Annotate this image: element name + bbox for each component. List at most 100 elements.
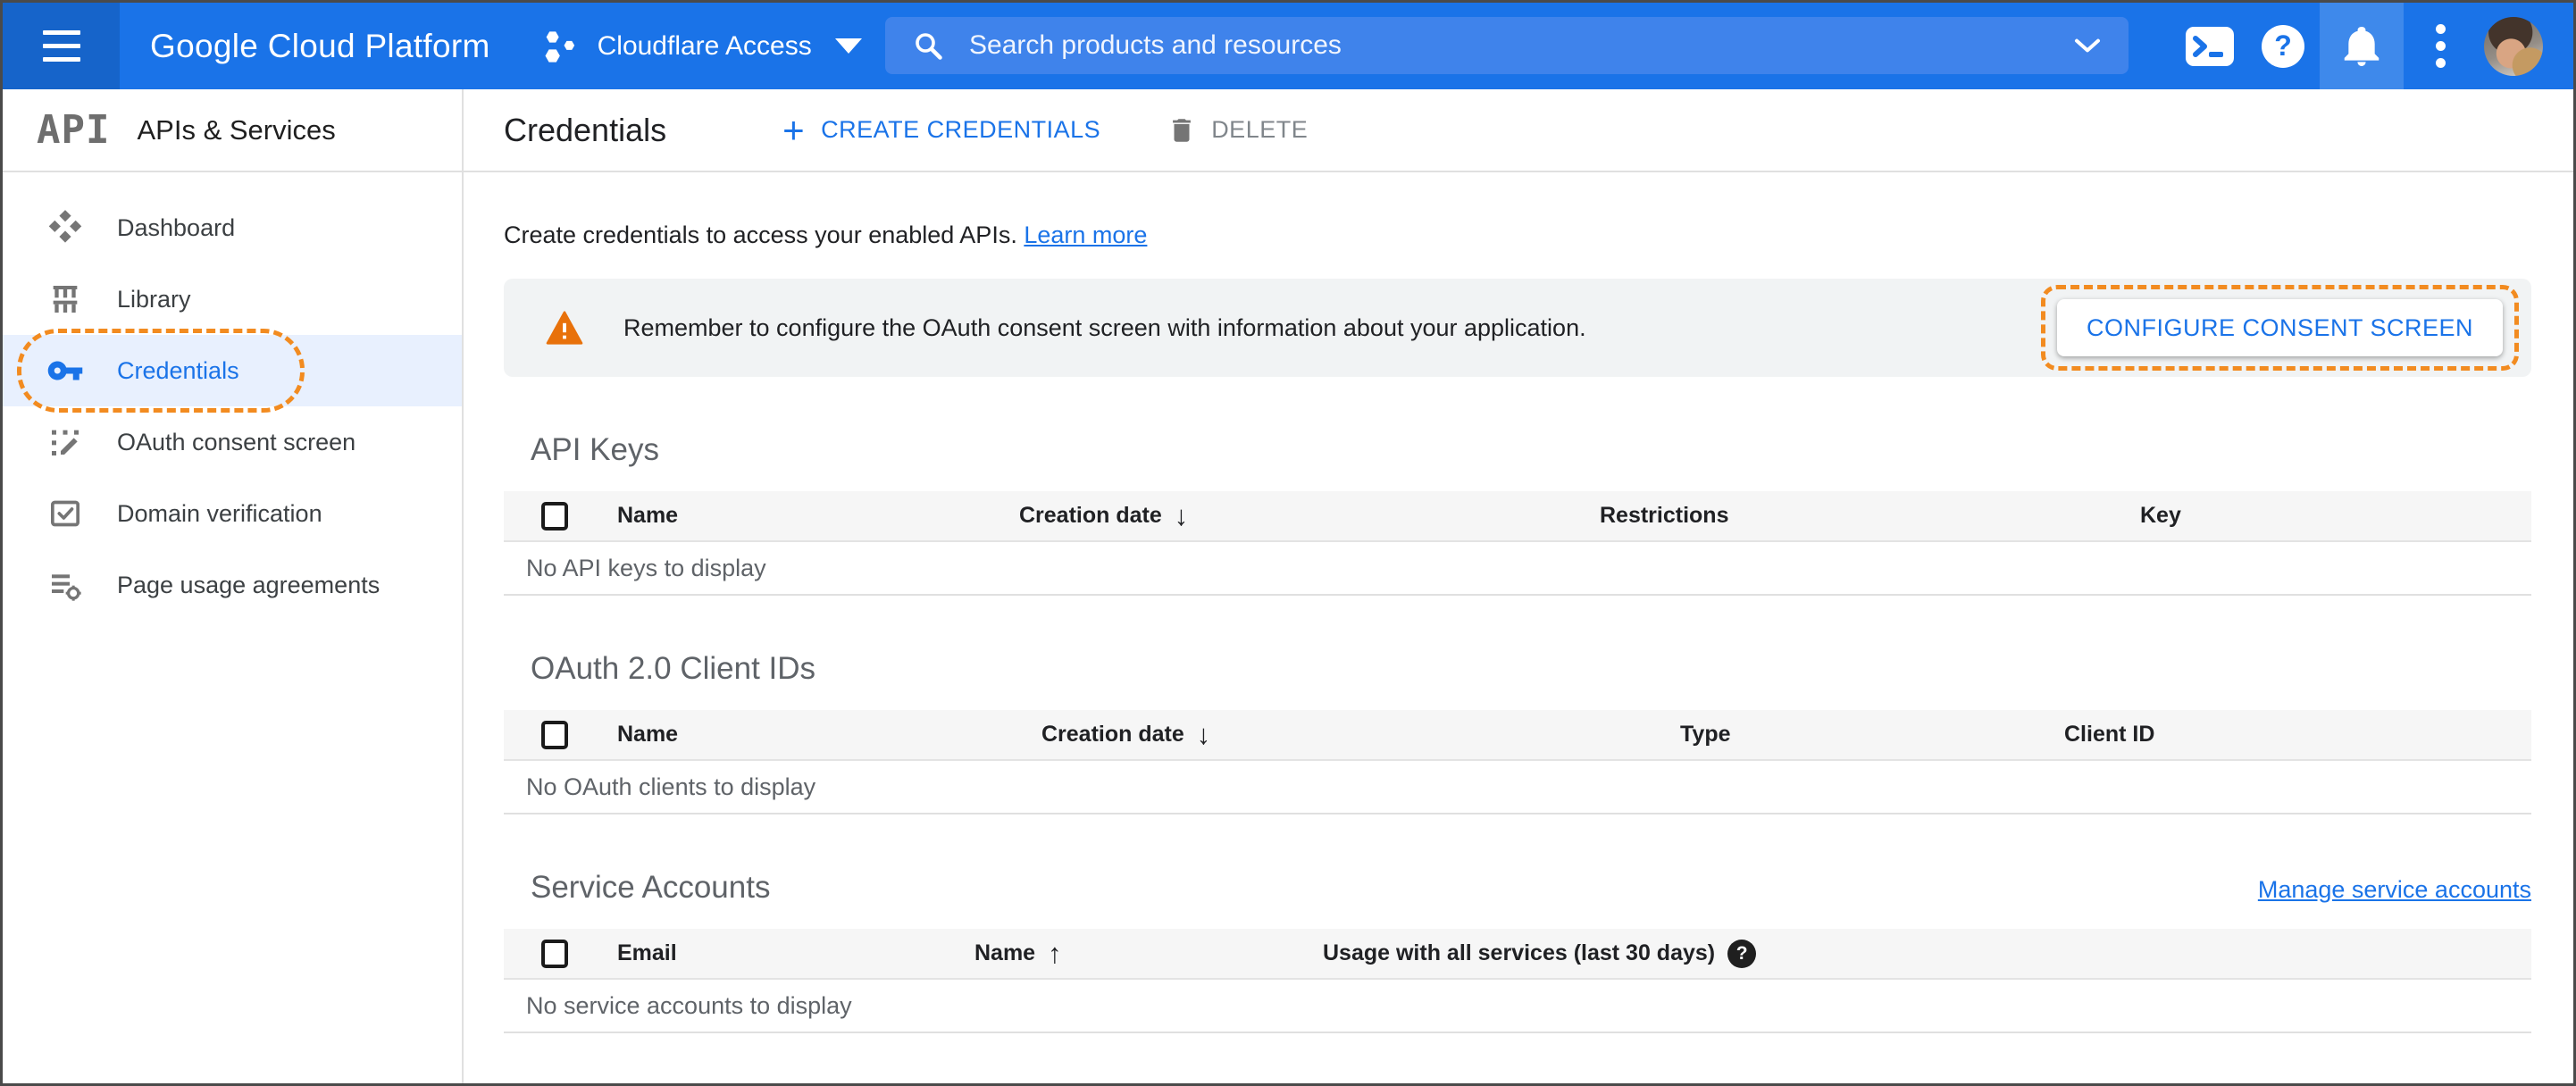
plus-icon: + — [782, 108, 806, 151]
column-header-label: Name — [974, 940, 1036, 965]
section-title-api-keys: API Keys — [531, 432, 659, 467]
sidebar-item-page-usage-agreements[interactable]: Page usage agreements — [3, 549, 462, 621]
main-menu-button[interactable] — [3, 3, 120, 89]
column-header-name[interactable]: Name — [617, 503, 1019, 529]
column-header-name[interactable]: Name — [617, 722, 1041, 748]
learn-more-link[interactable]: Learn more — [1024, 221, 1147, 248]
checkbox-check-icon — [46, 496, 85, 531]
service-accounts-empty-state: No service accounts to display — [504, 980, 2531, 1033]
consent-warning-banner: Remember to configure the OAuth consent … — [504, 279, 2531, 377]
service-accounts-section: Service Accounts Manage service accounts… — [504, 870, 2531, 1033]
api-keys-empty-state: No API keys to display — [504, 542, 2531, 596]
page-toolbar: Credentials + CREATE CREDENTIALS DELETE — [464, 89, 2573, 172]
library-icon — [46, 281, 85, 317]
sidebar-item-domain-verification[interactable]: Domain verification — [3, 478, 462, 549]
page-content: Create credentials to access your enable… — [464, 172, 2573, 1083]
select-all-checkbox[interactable] — [541, 501, 568, 530]
sort-descending-icon: ↓ — [1196, 719, 1211, 750]
column-header-creation-date[interactable]: Creation date ↓ — [1041, 721, 1680, 748]
api-keys-table-header: Name Creation date ↓ Restrictions Key — [504, 491, 2531, 542]
search-input[interactable] — [969, 30, 2059, 61]
search-bar[interactable] — [885, 17, 2129, 74]
terminal-icon — [2186, 26, 2234, 66]
sidebar-item-label: Domain verification — [117, 499, 322, 527]
help-icon[interactable]: ? — [1727, 939, 1757, 968]
column-header-label: Usage with all services (last 30 days) — [1323, 940, 1716, 965]
api-keys-section: API Keys Name Creation date ↓ Restrictio… — [504, 432, 2531, 596]
delete-button[interactable]: DELETE — [1167, 113, 1308, 147]
select-all-checkbox[interactable] — [541, 939, 568, 968]
intro-text: Create credentials to access your enable… — [504, 221, 2531, 249]
page-title: Credentials — [504, 111, 667, 148]
more-options-button[interactable] — [2404, 3, 2477, 89]
create-credentials-button[interactable]: + CREATE CREDENTIALS — [782, 108, 1101, 151]
bell-icon — [2344, 26, 2379, 66]
dashboard-icon — [46, 210, 85, 246]
tutorial-highlight-outline: CONFIGURE CONSENT SCREEN — [2040, 285, 2519, 371]
gcp-console-window: Google Cloud Platform Cloudflare Access — [0, 0, 2576, 1086]
top-navigation-bar: Google Cloud Platform Cloudflare Access — [3, 3, 2573, 89]
sidebar-item-label: Library — [117, 285, 191, 313]
sidebar-item-dashboard[interactable]: Dashboard — [3, 192, 462, 263]
oauth-clients-section: OAuth 2.0 Client IDs Name Creation date … — [504, 651, 2531, 814]
sidebar-title: APIs & Services — [137, 113, 336, 146]
project-icon — [542, 28, 580, 65]
oauth-clients-table-header: Name Creation date ↓ Type Client ID — [504, 710, 2531, 761]
notifications-button[interactable] — [2320, 3, 2404, 89]
main-panel: Credentials + CREATE CREDENTIALS DELETE … — [464, 89, 2573, 1083]
sidebar-item-credentials[interactable]: Credentials — [3, 329, 462, 413]
cloud-shell-button[interactable] — [2173, 3, 2246, 89]
column-header-email[interactable]: Email — [617, 940, 974, 966]
search-expand-chevron-icon[interactable] — [2073, 37, 2102, 54]
sort-ascending-icon: ↑ — [1048, 938, 1062, 969]
column-header-key[interactable]: Key — [2140, 503, 2531, 529]
banner-message: Remember to configure the OAuth consent … — [623, 313, 1586, 341]
column-header-label: Creation date — [1041, 722, 1184, 747]
sidebar-item-oauth-consent-screen[interactable]: OAuth consent screen — [3, 406, 462, 478]
sidebar-nav: Dashboard Library Credentials OAuth cons… — [3, 172, 462, 621]
current-project-name: Cloudflare Access — [597, 30, 812, 61]
column-header-name[interactable]: Name ↑ — [974, 940, 1323, 967]
api-logo: API — [37, 107, 111, 153]
section-title-service-accounts: Service Accounts — [531, 870, 771, 905]
consent-screen-icon — [46, 424, 85, 460]
warning-icon — [546, 311, 583, 345]
list-gear-icon — [46, 567, 85, 603]
product-logo[interactable]: Google Cloud Platform — [150, 28, 490, 65]
sidebar-item-label: Dashboard — [117, 213, 236, 241]
sort-descending-icon: ↓ — [1174, 500, 1189, 531]
help-button[interactable]: ? — [2246, 3, 2320, 89]
column-header-creation-date[interactable]: Creation date ↓ — [1019, 502, 1600, 530]
topbar-action-icons: ? — [2173, 3, 2550, 89]
api-keys-table: Name Creation date ↓ Restrictions Key No… — [504, 491, 2531, 596]
oauth-clients-empty-state: No OAuth clients to display — [504, 761, 2531, 814]
search-icon — [912, 29, 944, 62]
sidebar-item-label: Page usage agreements — [117, 571, 381, 598]
help-icon: ? — [2262, 24, 2304, 68]
sidebar: API APIs & Services Dashboard Library Cr… — [3, 89, 464, 1083]
intro-sentence: Create credentials to access your enable… — [504, 221, 1017, 248]
service-accounts-table-header: Email Name ↑ Usage with all services (la… — [504, 929, 2531, 980]
section-title-oauth-clients: OAuth 2.0 Client IDs — [531, 651, 816, 686]
project-selector[interactable]: Cloudflare Access — [542, 28, 862, 65]
column-header-usage[interactable]: Usage with all services (last 30 days) ? — [1323, 939, 2531, 968]
sidebar-header: API APIs & Services — [3, 89, 462, 172]
vertical-dots-icon — [2435, 24, 2446, 68]
create-credentials-label: CREATE CREDENTIALS — [821, 116, 1101, 143]
sidebar-item-label: OAuth consent screen — [117, 428, 356, 455]
manage-service-accounts-link[interactable]: Manage service accounts — [2258, 876, 2531, 904]
key-icon — [46, 352, 85, 389]
configure-consent-screen-button[interactable]: CONFIGURE CONSENT SCREEN — [2056, 299, 2503, 356]
account-button[interactable] — [2477, 3, 2550, 89]
column-header-client-id[interactable]: Client ID — [2064, 722, 2531, 748]
sidebar-item-library[interactable]: Library — [3, 263, 462, 335]
column-header-restrictions[interactable]: Restrictions — [1600, 503, 2140, 529]
sidebar-item-label: Credentials — [117, 356, 239, 384]
oauth-clients-table: Name Creation date ↓ Type Client ID No O… — [504, 710, 2531, 814]
user-avatar — [2484, 16, 2543, 76]
project-caret-icon — [834, 38, 862, 54]
column-header-type[interactable]: Type — [1680, 722, 2064, 748]
delete-label: DELETE — [1211, 116, 1309, 143]
column-header-label: Creation date — [1019, 503, 1162, 528]
select-all-checkbox[interactable] — [541, 720, 568, 749]
